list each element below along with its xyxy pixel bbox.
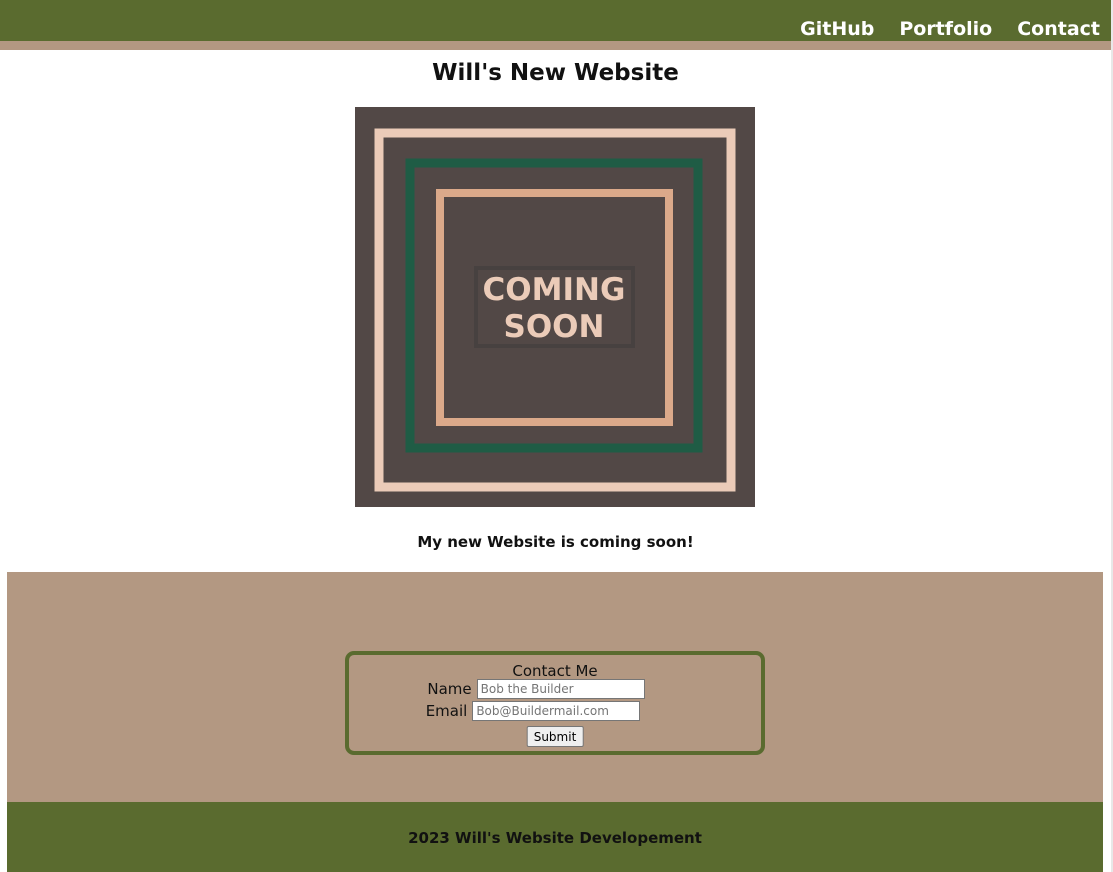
nav-link-portfolio[interactable]: Portfolio [899, 17, 992, 41]
email-input[interactable] [472, 701, 641, 721]
name-row: Name [349, 679, 761, 699]
email-row: Email [349, 701, 761, 721]
name-label: Name [427, 680, 472, 698]
coming-soon-image: COMING SOON [355, 107, 755, 507]
page: GitHub Portfolio Contact Will's New Webs… [0, 0, 1113, 872]
hero-text-line2: SOON [504, 309, 605, 345]
navbar: GitHub Portfolio Contact [0, 0, 1111, 41]
nav-link-github[interactable]: GitHub [800, 17, 874, 41]
nav-divider-stripe [0, 41, 1111, 50]
nav-link-contact[interactable]: Contact [1017, 17, 1100, 41]
page-title: Will's New Website [432, 60, 679, 86]
contact-form: Contact Me Name Email Submit [345, 651, 765, 755]
hero-text-line1: COMING [483, 272, 626, 308]
name-input[interactable] [476, 679, 645, 699]
tagline: My new Website is coming soon! [417, 533, 694, 551]
contact-section: Contact Me Name Email Submit [7, 572, 1103, 802]
submit-button[interactable]: Submit [526, 726, 584, 747]
contact-heading: Contact Me [512, 662, 598, 680]
nav-links: GitHub Portfolio Contact [800, 17, 1100, 41]
footer-text: 2023 Will's Website Developement [408, 829, 702, 847]
footer: 2023 Will's Website Developement [7, 802, 1103, 872]
email-label: Email [425, 702, 468, 720]
